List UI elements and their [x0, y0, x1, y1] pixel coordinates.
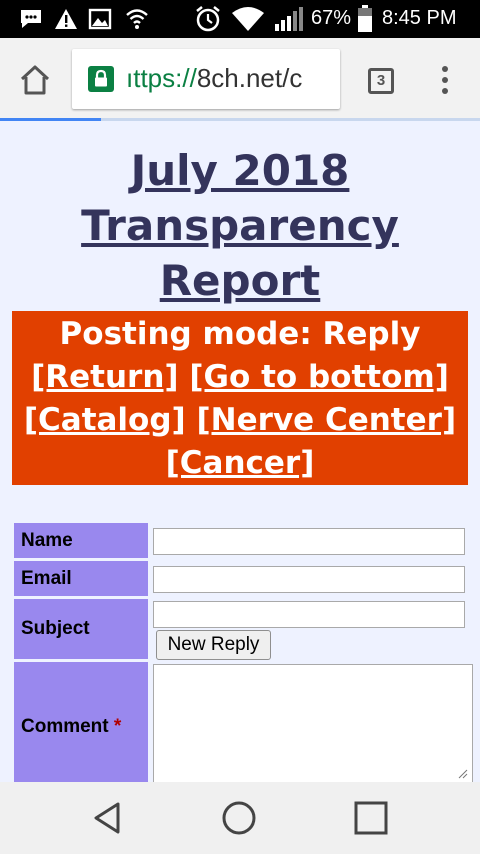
comment-row: Comment * [14, 662, 476, 782]
cancer-link[interactable]: [Cancer] [166, 445, 315, 481]
name-label: Name [14, 523, 148, 558]
system-nav-bar [0, 782, 480, 854]
url-scheme: ıttps:// [126, 63, 197, 93]
catalog-link[interactable]: [Catalog] [24, 402, 186, 438]
browser-toolbar: ıttps://8ch.net/c 3 [0, 38, 480, 120]
subject-label: Subject [14, 599, 148, 659]
name-input[interactable] [153, 528, 465, 555]
recents-icon[interactable] [353, 800, 389, 836]
overflow-menu-icon[interactable] [440, 66, 450, 96]
status-bar: 67% 8:45 PM [0, 0, 480, 38]
posting-mode-text: Posting mode: Reply [59, 316, 421, 352]
go-to-bottom-link[interactable]: [Go to bottom] [189, 359, 449, 395]
back-icon[interactable] [90, 800, 126, 836]
clock: 8:45 PM [382, 7, 457, 29]
subject-row: Subject New Reply [14, 599, 476, 660]
subject-input[interactable] [153, 601, 465, 628]
comment-textarea[interactable] [153, 664, 473, 782]
image-icon [88, 8, 112, 30]
message-icon [21, 10, 41, 28]
name-row: Name [14, 523, 476, 558]
battery-percent: 67% [311, 7, 352, 29]
wifi-icon [232, 7, 264, 31]
page-title[interactable]: July 2018 Transparency Report [0, 143, 480, 308]
hotspot-icon [126, 9, 148, 29]
comment-label: Comment * [14, 662, 148, 782]
comment-label-text: Comment [21, 716, 109, 737]
home-icon[interactable] [18, 64, 52, 96]
title-line: Transparency [81, 201, 399, 250]
lock-icon [88, 66, 114, 92]
warning-icon [55, 9, 77, 29]
battery-icon [358, 5, 372, 32]
email-row: Email [14, 561, 476, 596]
address-bar[interactable]: ıttps://8ch.net/c [72, 49, 340, 109]
tab-switcher-button[interactable]: 3 [368, 68, 394, 94]
title-line: Report [159, 256, 321, 305]
page-content: July 2018 Transparency Report Posting mo… [0, 121, 480, 782]
return-link[interactable]: [Return] [31, 359, 178, 395]
required-mark: * [113, 716, 122, 737]
new-reply-button[interactable]: New Reply [156, 630, 271, 660]
posting-mode-banner: Posting mode: Reply [Return] [Go to bott… [12, 311, 468, 485]
url-host: 8ch.net/c [196, 63, 303, 93]
email-input[interactable] [153, 566, 465, 593]
title-line: July 2018 [130, 146, 350, 195]
url-text: ıttps://8ch.net/c [126, 63, 302, 94]
home-circle-icon[interactable] [221, 800, 257, 836]
resize-handle-icon[interactable] [458, 769, 468, 779]
nerve-center-link[interactable]: [Nerve Center] [197, 402, 457, 438]
email-label: Email [14, 561, 148, 596]
alarm-icon [196, 6, 220, 32]
signal-icon [275, 7, 303, 31]
